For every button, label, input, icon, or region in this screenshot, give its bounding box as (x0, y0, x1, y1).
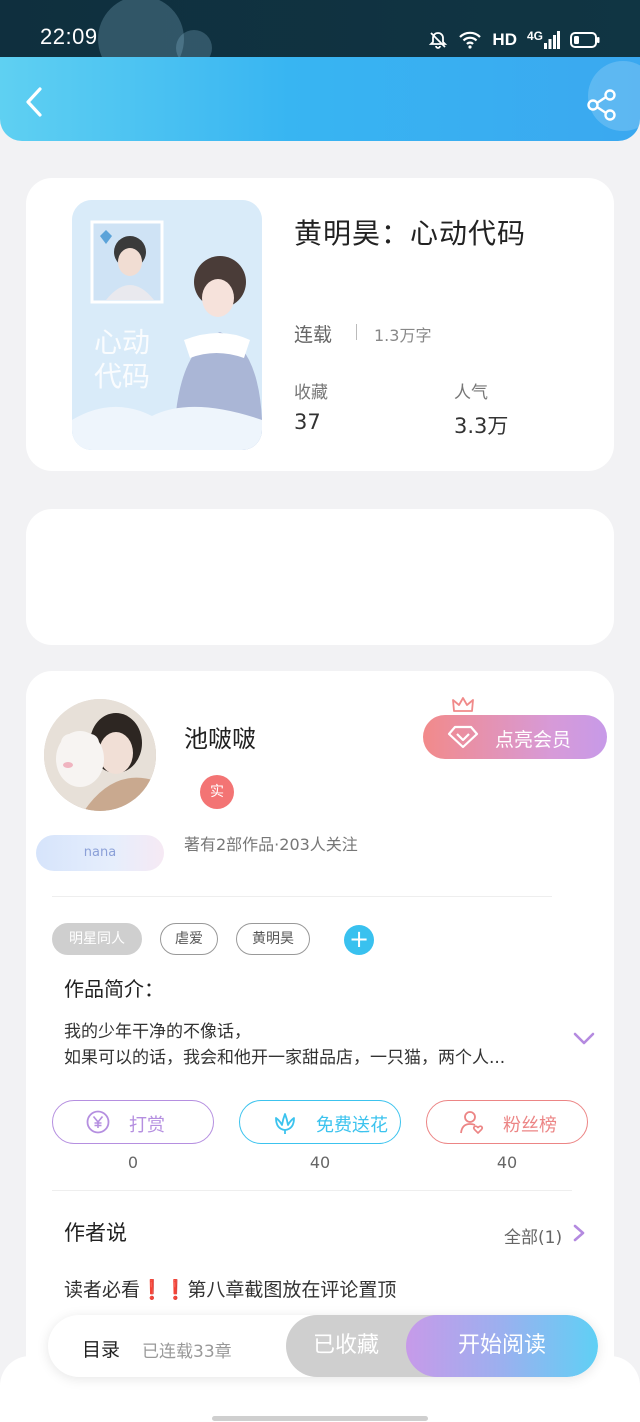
empty-card (26, 509, 614, 645)
word-count: 1.3万字 (374, 326, 432, 345)
crown-icon (452, 697, 474, 712)
cover-title-text: 心动 (94, 326, 150, 359)
author-note[interactable]: 读者必看❗❗第八章截图放在评论置顶 (64, 1275, 396, 1302)
verified-badge: 实 (200, 775, 234, 809)
free-flower-label: 免费送花 (316, 1115, 388, 1136)
battery-icon (570, 32, 600, 48)
favorites-label: 收藏 (294, 383, 328, 403)
favorites-value: 37 (294, 410, 321, 434)
network-label: HD (492, 30, 517, 49)
fan-badge: nana (36, 835, 164, 871)
chevron-right-icon[interactable] (572, 1223, 586, 1243)
decorative-bubble (98, 0, 184, 58)
divider (52, 896, 552, 897)
chapter-count: 已连载33章 (142, 1342, 232, 1362)
tag[interactable]: 明星同人 (52, 923, 142, 955)
avatar[interactable] (44, 699, 156, 811)
intro-text-line: 我的少年干净的不像话， (64, 1022, 251, 1042)
flower-count: 40 (309, 1153, 331, 1172)
fan-ranking-label: 粉丝榜 (503, 1115, 557, 1136)
book-info-card: 心动 代码 黄明昊：心动代码 连载 1.3万字 收藏 37 人气 3.3万 (26, 178, 614, 471)
see-all-link[interactable]: 全部(1) (504, 1223, 562, 1248)
yen-icon (86, 1110, 110, 1134)
chevron-down-icon[interactable] (572, 1031, 596, 1047)
bottom-action-bar: 目录 已连载33章 已收藏 开始阅读 (48, 1315, 598, 1377)
author-name[interactable]: 池啵啵 (184, 719, 256, 754)
author-meta: 著有2部作品·203人关注 (184, 835, 358, 854)
table-of-contents-button[interactable]: 目录 (82, 1335, 120, 1362)
bell-off-icon (429, 32, 448, 49)
wifi-icon (459, 31, 482, 49)
reward-count: 0 (127, 1153, 139, 1172)
share-icon[interactable] (586, 89, 618, 121)
cover-illustration: 心动 代码 (72, 200, 262, 450)
status-bar: 22:09 HD 4G (0, 0, 640, 58)
author-note-text: 第八章截图放在评论置顶 (187, 1279, 397, 1301)
book-title: 黄明昊：心动代码 (294, 217, 527, 250)
fan-count: 40 (496, 1153, 518, 1172)
cover-title-text: 代码 (94, 360, 150, 393)
vip-button[interactable]: 点亮会员 (423, 697, 607, 759)
author-says-title: 作者说 (64, 1221, 127, 1245)
home-indicator[interactable] (212, 1416, 428, 1421)
book-cover[interactable]: 心动 代码 (72, 200, 262, 450)
signal-icon: 4G (527, 29, 560, 49)
popularity-value: 3.3万 (454, 414, 509, 438)
fan-ranking-button[interactable]: 粉丝榜 (426, 1100, 588, 1144)
author-note-prefix: 读者必看 (64, 1279, 141, 1301)
decorative-bubble (176, 30, 212, 58)
fan-icon (460, 1111, 484, 1134)
free-flower-button[interactable]: 免费送花 (239, 1100, 401, 1144)
tag[interactable]: 黄明昊 (236, 923, 310, 955)
book-status: 连载 (294, 324, 333, 346)
divider (356, 324, 357, 340)
divider (52, 1190, 572, 1191)
intro-title: 作品简介： (64, 977, 164, 1001)
reward-button[interactable]: 打赏 (52, 1100, 214, 1144)
exclamation-icon: ❗❗ (140, 1279, 188, 1301)
reward-label: 打赏 (129, 1115, 165, 1136)
diamond-icon (447, 725, 479, 749)
flower-icon (275, 1113, 295, 1134)
author-card: 池啵啵 实 nana 著有2部作品·203人关注 点亮会员 明星同人 虐爱 黄明… (26, 671, 614, 1422)
popularity-label: 人气 (454, 383, 488, 403)
intro-text-line: 如果可以的话，我会和他开一家甜品店，一只猫，两个人... (64, 1048, 506, 1068)
back-arrow-icon[interactable] (20, 85, 50, 119)
vip-button-label: 点亮会员 (495, 729, 572, 751)
favorited-label: 已收藏 (312, 1333, 379, 1358)
status-icons: HD 4G (428, 28, 600, 52)
status-time: 22:09 (40, 24, 98, 49)
add-tag-button[interactable]: + (344, 925, 374, 955)
top-header (0, 57, 640, 141)
tag[interactable]: 虐爱 (160, 923, 218, 955)
start-reading-button[interactable]: 开始阅读 (406, 1315, 598, 1377)
